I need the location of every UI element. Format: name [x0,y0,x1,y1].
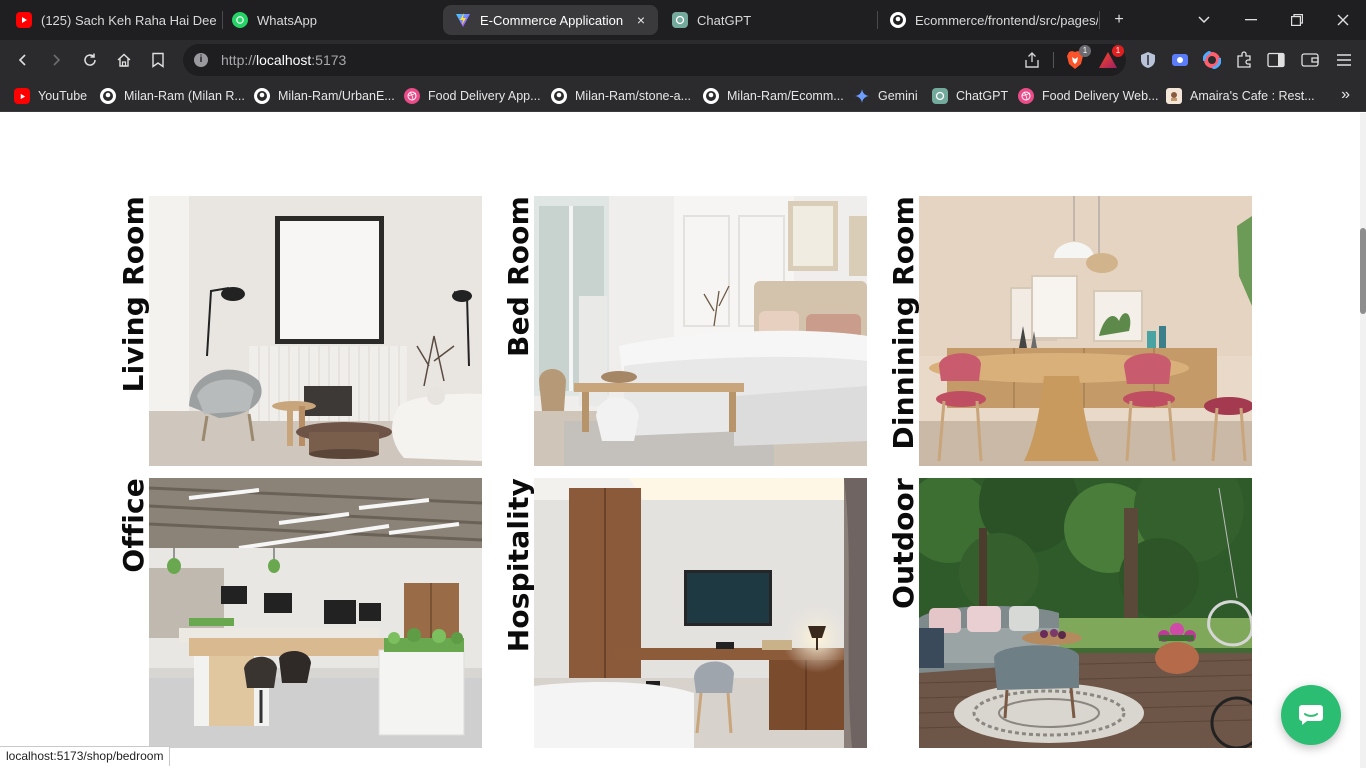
tab-title: (125) Sach Keh Raha Hai Deewana [41,12,216,28]
bookmark-item[interactable]: Food Delivery App... [404,86,541,106]
tab-github[interactable]: Ecommerce/frontend/src/pages/ [878,5,1098,35]
github-icon [890,12,906,28]
category-label: Bed Room [502,196,535,357]
bookmark-item[interactable]: Food Delivery Web... [1018,86,1158,106]
github-icon [100,88,116,104]
wallet-icon[interactable] [1300,50,1320,70]
bookmarks-bar: YouTube Milan-Ram (Milan R... Milan-Ram/… [0,80,1366,112]
bookmark-label: Milan-Ram/stone-a... [575,89,692,103]
scrollbar-thumb[interactable] [1360,228,1366,314]
tab-title: WhatsApp [257,12,317,28]
page-scrollbar[interactable] [1360,113,1366,768]
chatgpt-icon [672,12,688,28]
category-label: Outdoor [887,478,920,609]
more-bookmarks-button[interactable]: » [1341,86,1350,104]
new-tab-button[interactable]: + [1105,6,1133,34]
sidebar-toggle-icon[interactable] [1266,50,1286,70]
github-icon [703,88,719,104]
brave-rewards-icon[interactable]: 1 [1098,45,1124,70]
home-button[interactable] [110,46,138,74]
youtube-icon [14,88,30,104]
tab-whatsapp[interactable]: WhatsApp [220,5,435,35]
cafe-icon [1166,88,1182,104]
category-label: Office [117,478,150,573]
bookmark-label: Milan-Ram (Milan R... [124,89,245,103]
close-tab-icon[interactable]: × [633,12,649,28]
category-label: Dinnining Room [887,196,920,450]
tab-e-commerce[interactable]: E-Commerce Application × [443,5,658,35]
office-photo[interactable] [149,478,482,748]
tab-chatgpt[interactable]: ChatGPT [660,5,870,35]
vite-icon [455,12,471,28]
back-button[interactable] [9,46,37,74]
restore-button[interactable] [1283,6,1311,34]
bookmark-label: Food Delivery Web... [1042,89,1159,103]
bookmark-label: Milan-Ram/UrbanE... [278,89,395,103]
bookmark-item[interactable]: Amaira's Cafe : Rest... [1166,86,1315,106]
tab-title: E-Commerce Application [480,12,624,28]
bookmark-label: YouTube [38,89,88,103]
github-icon [254,88,270,104]
extensions-puzzle-icon[interactable] [1234,50,1254,70]
gemini-icon [854,88,870,104]
chat-widget-button[interactable] [1281,685,1341,745]
bookmark-item[interactable]: YouTube [14,86,87,106]
github-icon [551,88,567,104]
living-room-photo[interactable] [149,196,482,466]
bookmark-item[interactable]: ChatGPT [932,86,1008,106]
hotel-room-photo[interactable] [534,478,867,748]
share-icon[interactable] [1023,51,1041,69]
address-bar[interactable]: i http://localhost:5173 1 1 [183,44,1126,76]
url-text[interactable]: http://localhost:5173 [221,52,346,68]
forward-button[interactable] [42,46,70,74]
status-link-preview: localhost:5173/shop/bedroom [0,746,171,766]
bookmark-label: Gemini [878,89,918,103]
chatgpt-icon [932,88,948,104]
divider [1053,52,1054,68]
tab-search-chevron-icon[interactable] [1190,6,1218,34]
bookmark-item[interactable]: Gemini [854,86,918,106]
tab-title: Ecommerce/frontend/src/pages/ [915,12,1098,28]
tab-strip: (125) Sach Keh Raha Hai Deewana WhatsApp… [0,0,1366,40]
bookmark-item[interactable]: Milan-Ram (Milan R... [100,86,245,106]
category-label: Hospitality [502,478,535,653]
reload-button[interactable] [76,46,104,74]
bookmark-item[interactable]: Milan-Ram/Ecomm... [703,86,844,106]
menu-icon[interactable] [1334,50,1354,70]
tab-title: ChatGPT [697,12,752,28]
vpn-shield-icon[interactable] [1138,50,1158,70]
badge-count: 1 [1112,45,1124,57]
chat-bubble-icon [1299,705,1323,725]
tab-separator [1099,11,1100,29]
badge-count: 1 [1079,45,1091,57]
bookmark-label: ChatGPT [956,89,1009,103]
bookmark-label: Amaira's Cafe : Rest... [1190,89,1315,103]
bookmark-item[interactable]: Milan-Ram/stone-a... [551,86,691,106]
brave-shields-icon[interactable]: 1 [1065,45,1091,70]
youtube-icon [16,12,32,28]
bookmark-item[interactable]: Milan-Ram/UrbanE... [254,86,395,106]
outdoor-photo[interactable] [919,478,1252,748]
minimize-button[interactable] [1237,6,1265,34]
screen-capture-icon[interactable] [1170,50,1190,70]
site-info-icon[interactable]: i [194,53,208,67]
bookmark-icon[interactable] [144,46,172,74]
whatsapp-icon [232,12,248,28]
bedroom-photo[interactable] [534,196,867,466]
category-label: Living Room [117,196,150,393]
close-window-button[interactable] [1329,6,1357,34]
browser-toolbar: i http://localhost:5173 1 1 [0,40,1366,80]
dribbble-icon [1018,88,1034,104]
color-picker-icon[interactable] [1202,50,1222,70]
dribbble-icon [404,88,420,104]
bookmark-label: Food Delivery App... [428,89,541,103]
tab-youtube[interactable]: (125) Sach Keh Raha Hai Deewana [4,5,216,35]
page-content: Living Room Bed Room Dinnining Room Offi… [0,113,1366,768]
bookmark-label: Milan-Ram/Ecomm... [727,89,844,103]
dining-room-photo[interactable] [919,196,1252,466]
